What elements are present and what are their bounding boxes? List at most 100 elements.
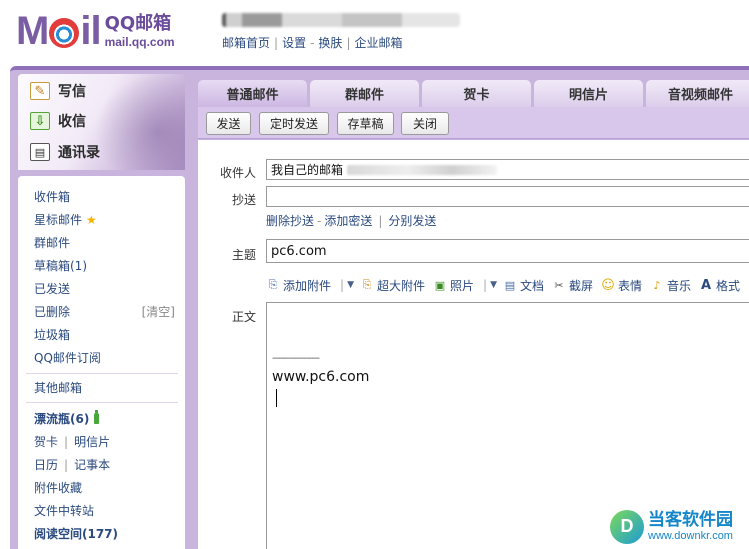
sidebar-item-file-transfer[interactable]: 文件中转站	[34, 502, 94, 519]
photo-button[interactable]: ▣ 照片	[433, 277, 474, 294]
sidebar-item-spam[interactable]: 垃圾箱	[34, 326, 70, 343]
save-draft-button[interactable]: 存草稿	[337, 112, 394, 135]
scheduled-send-button[interactable]: 定时发送	[259, 112, 329, 135]
signature-separator: ------------------	[272, 353, 320, 364]
sidebar-item-drift-bottle[interactable]: 漂流瓶(6)	[34, 410, 100, 427]
logo-wordmark: Mil	[16, 9, 102, 53]
sidebar-item-reading-space[interactable]: 阅读空间(177)	[34, 525, 118, 542]
music-note-icon: ♪	[653, 278, 661, 292]
add-bcc-link[interactable]: 添加密送	[324, 212, 372, 229]
compose-tabs: 普通邮件 群邮件 贺卡 明信片 音视频邮件	[198, 80, 749, 107]
subject-field[interactable]: pc6.com	[266, 239, 749, 263]
link-mail-home[interactable]: 邮箱首页	[222, 34, 270, 51]
document-icon: ▤	[504, 278, 516, 292]
sidebar-item-calendar[interactable]: 日历	[34, 456, 58, 473]
smiley-icon: ☺	[601, 277, 615, 293]
tab-normal-mail[interactable]: 普通邮件	[198, 80, 307, 107]
to-field[interactable]: 我自己的邮箱	[266, 159, 749, 180]
format-a-icon: A	[701, 277, 712, 293]
sidebar-item-attachments[interactable]: 附件收藏	[34, 479, 82, 496]
top-links: 邮箱首页 | 设置 - 换肤 | 企业邮箱	[222, 34, 403, 51]
chevron-down-icon[interactable]: ▼	[490, 280, 497, 290]
close-button[interactable]: 关闭	[401, 112, 449, 135]
document-label: 文档	[519, 278, 544, 293]
add-attachment-button[interactable]: ⎘ 添加附件	[266, 277, 331, 294]
sidebar-item-deleted[interactable]: 已删除	[34, 303, 70, 320]
scissors-icon: ✂	[554, 278, 564, 292]
paperclip-icon: ⎘	[268, 278, 278, 291]
sidebar-item-notepad[interactable]: 记事本	[74, 456, 110, 473]
photo-icon: ▣	[434, 278, 446, 292]
large-attachment-button[interactable]: ⎘ 超大附件	[360, 277, 425, 294]
tab-group-mail[interactable]: 群邮件	[310, 80, 419, 107]
starred-label: 星标邮件	[34, 213, 83, 227]
bottle-icon	[94, 410, 100, 424]
tab-postcard[interactable]: 明信片	[534, 80, 643, 107]
watermark-url: www.downkr.com	[648, 530, 733, 542]
sidebar-item-drafts[interactable]: 草稿箱(1)	[34, 257, 87, 274]
contact-card-icon: ▤	[30, 143, 50, 161]
photo-label: 照片	[450, 278, 475, 293]
large-attachment-label: 超大附件	[376, 278, 425, 293]
text-caret	[276, 389, 277, 407]
sidebar-item-other-mailboxes[interactable]: 其他邮箱	[34, 379, 82, 396]
contacts-label: 通讯录	[58, 145, 100, 161]
send-button[interactable]: 发送	[206, 112, 251, 135]
account-info-blurred	[222, 13, 460, 27]
sidebar-item-postcard[interactable]: 明信片	[74, 433, 110, 450]
clear-deleted-link[interactable]: [清空]	[142, 303, 175, 320]
to-label: 收件人	[219, 166, 256, 180]
emoticon-label: 表情	[618, 278, 643, 293]
tab-av-mail[interactable]: 音视频邮件	[646, 80, 749, 107]
contacts-button[interactable]: ▤ 通讯录	[30, 141, 100, 163]
remove-cc-link[interactable]: 删除抄送	[266, 212, 314, 229]
paperclip-icon: ⎘	[362, 278, 372, 291]
sidebar-item-subscriptions[interactable]: QQ邮件订阅	[34, 349, 101, 366]
pencil-icon: ✎	[30, 82, 50, 100]
receive-label: 收信	[58, 114, 86, 130]
header: Mil QQ邮箱 mail.qq.com 邮箱首页 | 设置 - 换肤 | 企业…	[0, 0, 749, 66]
music-label: 音乐	[667, 278, 692, 293]
sidebar-item-group-mail[interactable]: 群邮件	[34, 234, 70, 251]
separate-send-link[interactable]: 分别发送	[388, 212, 436, 229]
sidebar-item-sent[interactable]: 已发送	[34, 280, 70, 297]
logo-domain: mail.qq.com	[104, 35, 175, 49]
compose-form: 收件人 我自己的邮箱 抄送 删除抄送 - 添加密送 | 分别发送 主题 pc6.…	[198, 140, 749, 549]
to-recipient-name: 我自己的邮箱	[271, 163, 344, 177]
editor-toolbar: ⎘ 添加附件 | ▼ ⎘ 超大附件 ▣ 照片 | ▼ ▤ 文档 ✂ 截屏 ☺ 表…	[266, 276, 749, 294]
sidebar-item-starred[interactable]: 星标邮件 ★	[34, 211, 97, 228]
format-button[interactable]: A 格式	[699, 277, 740, 294]
qq-mail-logo[interactable]: Mil QQ邮箱 mail.qq.com	[16, 10, 175, 52]
site-watermark: D 当客软件园 www.downkr.com	[610, 504, 749, 549]
sidebar-primary-actions: ✎ 写信 ⇩ 收信 ▤ 通讯录	[18, 74, 185, 170]
recipient-address-blurred	[347, 164, 498, 175]
cc-field[interactable]	[266, 186, 749, 207]
add-attachment-label: 添加附件	[283, 278, 332, 293]
compose-toolbar: 发送 定时发送 存草稿 关闭	[198, 107, 749, 139]
link-settings[interactable]: 设置	[282, 34, 306, 51]
sidebar-item-inbox[interactable]: 收件箱	[34, 188, 70, 205]
sidebar-divider	[26, 373, 178, 374]
link-enterprise-mail[interactable]: 企业邮箱	[354, 34, 402, 51]
sidebar-item-greeting-card[interactable]: 贺卡	[34, 433, 58, 450]
link-change-skin[interactable]: 换肤	[318, 34, 342, 51]
compose-label: 写信	[58, 84, 86, 100]
music-button[interactable]: ♪ 音乐	[650, 277, 692, 294]
subject-label: 主题	[231, 248, 256, 262]
receive-button[interactable]: ⇩ 收信	[30, 110, 86, 132]
emoticon-button[interactable]: ☺ 表情	[601, 277, 642, 294]
chevron-down-icon[interactable]: ▼	[347, 280, 354, 290]
compose-button[interactable]: ✎ 写信	[30, 80, 86, 102]
tab-greeting-card[interactable]: 贺卡	[422, 80, 531, 107]
drift-bottle-label: 漂流瓶(6)	[34, 412, 90, 426]
format-label: 格式	[716, 278, 741, 293]
document-button[interactable]: ▤ 文档	[503, 277, 544, 294]
screenshot-label: 截屏	[569, 278, 594, 293]
logo-name: QQ邮箱	[104, 13, 172, 34]
sidebar-row-calendar: 日历 | 记事本	[34, 456, 111, 473]
sidebar-divider	[26, 402, 178, 403]
logo-o-icon	[49, 18, 80, 48]
inbox-download-icon: ⇩	[30, 112, 50, 130]
screenshot-button[interactable]: ✂ 截屏	[552, 277, 593, 294]
watermark-name: 当客软件园	[648, 510, 733, 530]
